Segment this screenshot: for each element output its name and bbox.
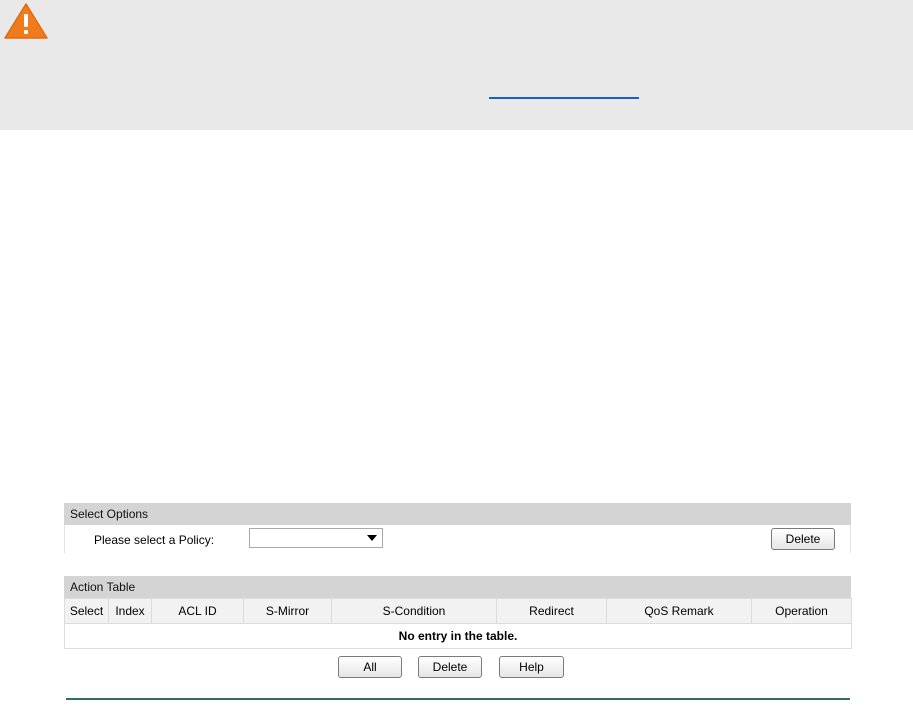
table-row: No entry in the table. — [64, 623, 852, 649]
column-header-qos-remark: QoS Remark — [606, 598, 752, 624]
policy-delete-button[interactable]: Delete — [771, 528, 835, 550]
column-header-s-mirror: S-Mirror — [243, 598, 332, 624]
help-button[interactable]: Help — [499, 656, 564, 678]
select-options-panel: Select Options Please select a Policy: D… — [64, 503, 851, 553]
select-all-button[interactable]: All — [338, 656, 402, 678]
bottom-divider — [66, 698, 850, 700]
delete-button[interactable]: Delete — [418, 656, 482, 678]
select-options-header: Select Options — [64, 503, 851, 525]
column-header-select: Select — [64, 598, 109, 624]
warning-banner — [0, 0, 913, 130]
policy-label: Please select a Policy: — [94, 533, 215, 547]
empty-table-message: No entry in the table. — [64, 623, 852, 649]
table-header-row: Select Index ACL ID S-Mirror S-Condition… — [64, 598, 852, 624]
column-header-redirect: Redirect — [496, 598, 607, 624]
chevron-down-icon — [367, 535, 377, 541]
action-table: Select Index ACL ID S-Mirror S-Condition… — [64, 598, 852, 649]
warning-triangle-icon — [4, 3, 48, 39]
column-header-operation: Operation — [751, 598, 852, 624]
column-header-s-condition: S-Condition — [331, 598, 497, 624]
action-table-header: Action Table — [64, 576, 851, 598]
policy-select[interactable] — [249, 528, 383, 548]
column-header-index: Index — [108, 598, 152, 624]
banner-link[interactable] — [489, 97, 639, 99]
column-header-acl-id: ACL ID — [151, 598, 244, 624]
policy-row: Please select a Policy: Delete — [64, 525, 851, 553]
action-table-panel: Action Table Select Index ACL ID S-Mirro… — [64, 576, 852, 649]
